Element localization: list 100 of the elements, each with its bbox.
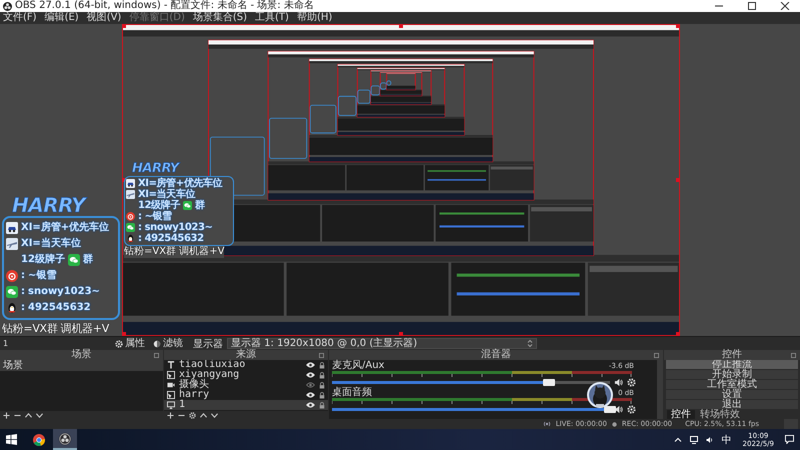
slider-thumb[interactable]	[542, 378, 555, 386]
add-icon[interactable]	[3, 412, 10, 418]
text-icon	[167, 361, 175, 369]
overlay-text: ~银雪	[144, 211, 172, 222]
menu-item[interactable]: 视图(V)	[86, 12, 122, 24]
monitor-icon	[167, 401, 175, 409]
taskbar-app[interactable]	[53, 429, 77, 450]
overlay-caption: 钻粉=VX群 调机器+V	[124, 246, 224, 258]
swirl-icon	[126, 212, 135, 221]
overlay-text: XI=房管+优先车位	[138, 178, 222, 189]
move-up-icon[interactable]	[200, 412, 207, 418]
overlay-text: XI=房管+优先车位	[21, 222, 110, 234]
plane-icon	[126, 190, 135, 199]
lock-icon[interactable]	[319, 382, 325, 388]
image-icon	[167, 391, 175, 399]
overlay-text: 12级牌子	[138, 200, 180, 211]
toolbar-button[interactable]: 滤镜	[151, 338, 185, 350]
menu-item[interactable]: 编辑(E)	[44, 12, 79, 24]
dock-title: 控件	[722, 350, 742, 360]
overlay-caption: 钻粉=VX群 调机器+V	[2, 321, 109, 337]
car-icon	[6, 222, 18, 234]
menu-item[interactable]: 帮助(H)	[296, 12, 332, 24]
image-icon	[167, 371, 175, 379]
gear-icon[interactable]	[627, 378, 636, 386]
move-up-icon[interactable]	[25, 412, 32, 418]
separator-text: :	[138, 233, 142, 244]
lock-icon[interactable]	[319, 402, 325, 408]
gear-icon[interactable]	[189, 412, 196, 418]
lock-icon[interactable]	[319, 392, 325, 398]
source-item[interactable]: 1	[164, 400, 328, 410]
separator-text: :	[21, 270, 25, 282]
menu-item[interactable]: 场景集合(S)	[192, 12, 248, 24]
overlay-logo: HARRY	[132, 162, 179, 176]
gear-icon[interactable]	[627, 404, 636, 414]
plane-icon	[6, 238, 18, 250]
network-icon[interactable]	[690, 436, 698, 444]
slider-thumb[interactable]	[604, 406, 616, 412]
source-name: 摄像头	[179, 380, 209, 390]
speaker-icon[interactable]	[614, 378, 623, 386]
source-name: 1	[179, 400, 186, 410]
chevron-up-icon[interactable]	[674, 436, 682, 444]
input-method-indicator[interactable]: 中	[722, 432, 732, 446]
lock-icon[interactable]	[319, 372, 325, 378]
control-button[interactable]: 工作室模式	[666, 380, 798, 389]
overlay-text: snowy1023~	[28, 286, 100, 298]
control-button[interactable]: 退出	[666, 400, 798, 409]
overlay-text: XI=当天车位	[138, 189, 196, 200]
separator-text: :	[138, 211, 142, 222]
dock-title: 场景	[72, 350, 92, 360]
penguin-icon	[126, 234, 135, 243]
control-button[interactable]: 开始录制	[666, 370, 798, 379]
lock-icon[interactable]	[319, 362, 325, 368]
broadcast-icon	[542, 421, 551, 427]
chat-icon	[182, 201, 192, 210]
move-down-icon[interactable]	[36, 412, 43, 418]
app-logo-icon	[59, 432, 71, 444]
undock-icon[interactable]	[791, 353, 796, 358]
spinner-icon	[527, 339, 533, 348]
display-dropdown[interactable]: 显示器 1: 1920x1080 @ 0,0 (主显示器)	[227, 338, 537, 349]
dock-tab[interactable]: 控件	[667, 410, 695, 419]
channel-name: 桌面音频	[332, 388, 372, 398]
separator-text: :	[138, 222, 142, 233]
undock-icon[interactable]	[319, 353, 324, 358]
gear-icon	[115, 340, 123, 348]
scene-item[interactable]: 场景	[0, 360, 163, 371]
toolbar-button[interactable]: 属性	[113, 338, 147, 350]
source-item[interactable]: xiyangyang	[164, 370, 328, 380]
selected-source-name: 1	[3, 339, 10, 348]
menu-item[interactable]: 工具(T)	[255, 12, 289, 24]
add-icon[interactable]	[167, 412, 174, 418]
overlay-text: ~银雪	[28, 270, 56, 282]
source-item[interactable]: tiaoliuxiao	[164, 360, 328, 370]
menu-item[interactable]: 文件(F)	[3, 12, 37, 24]
overlay-text: XI=当天车位	[21, 238, 81, 250]
undock-icon[interactable]	[654, 353, 659, 358]
overlay-text: 群	[194, 200, 205, 211]
notifications-icon[interactable]	[785, 435, 794, 444]
source-name: xiyangyang	[179, 370, 240, 380]
chat-icon	[68, 254, 80, 266]
display-label: 显示器	[193, 338, 223, 350]
channel-name: 麦克风/Aux	[332, 361, 384, 371]
separator-text: :	[21, 286, 25, 298]
undock-icon[interactable]	[154, 353, 159, 358]
windows-start-icon[interactable]	[6, 434, 17, 445]
source-name: harry	[179, 390, 210, 400]
source-item[interactable]: harry	[164, 390, 328, 400]
browser-icon	[33, 434, 45, 446]
dock-title: 来源	[236, 350, 256, 360]
speaker-icon[interactable]	[614, 404, 623, 414]
source-item[interactable]: 摄像头	[164, 380, 328, 390]
record-icon	[612, 422, 617, 426]
penguin-icon	[6, 302, 18, 314]
move-down-icon[interactable]	[211, 412, 218, 418]
overlay-text: 492545632	[28, 302, 91, 314]
control-button[interactable]: 设置	[666, 390, 798, 399]
chat-icon	[6, 286, 18, 298]
speaker-icon[interactable]	[706, 436, 714, 444]
overlay-text: 12级牌子	[21, 254, 65, 266]
car-icon	[126, 179, 135, 188]
dock-title: 混音器	[481, 350, 511, 360]
